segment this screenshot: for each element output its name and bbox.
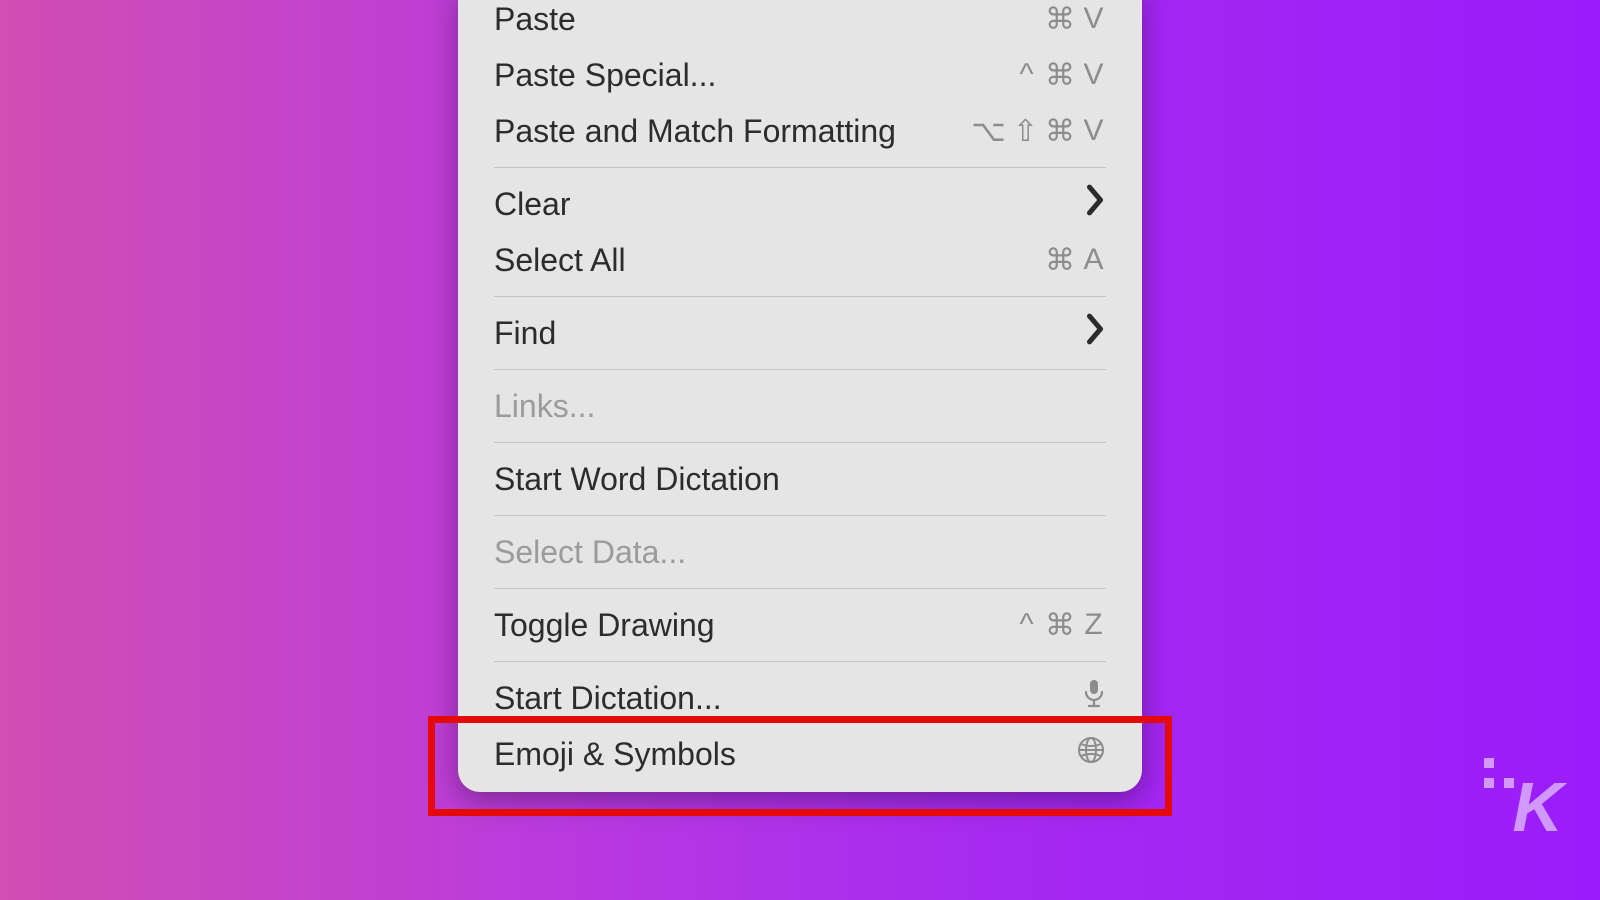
menu-item-label: Emoji & Symbols (494, 736, 1076, 773)
menu-item-label: Start Word Dictation (494, 461, 1106, 498)
edit-menu-dropdown: Paste⌘VPaste Special...^⌘VPaste and Matc… (458, 0, 1142, 792)
menu-item-toggle-drawing[interactable]: Toggle Drawing^⌘Z (458, 597, 1142, 653)
menu-item-label: Toggle Drawing (494, 607, 1015, 644)
menu-item-label: Links... (494, 388, 1106, 425)
menu-item-paste-special[interactable]: Paste Special...^⌘V (458, 47, 1142, 103)
brand-logo: K (1512, 772, 1560, 842)
menu-item-paste-match[interactable]: Paste and Match Formatting⌥⇧⌘V (458, 103, 1142, 159)
menu-separator (494, 588, 1106, 589)
menu-item-shortcut: ^⌘Z (1015, 608, 1106, 643)
menu-item-shortcut: ⌘V (1045, 2, 1106, 37)
brand-logo-letter: K (1512, 768, 1560, 846)
microphone-icon (1082, 678, 1106, 718)
chevron-right-icon (1084, 312, 1106, 354)
menu-item-label: Paste and Match Formatting (494, 113, 971, 150)
menu-item-shortcut: ⌘A (1045, 243, 1106, 278)
menu-separator (494, 515, 1106, 516)
menu-item-label: Find (494, 315, 1084, 352)
menu-item-emoji-symbols[interactable]: Emoji & Symbols (458, 726, 1142, 782)
menu-item-shortcut: ^⌘V (1015, 58, 1106, 93)
menu-separator (494, 167, 1106, 168)
menu-item-label: Select Data... (494, 534, 1106, 571)
menu-item-shortcut: ⌥⇧⌘V (971, 114, 1106, 149)
menu-separator (494, 369, 1106, 370)
menu-item-label: Select All (494, 242, 1045, 279)
menu-separator (494, 442, 1106, 443)
menu-item-start-dictation[interactable]: Start Dictation... (458, 670, 1142, 726)
menu-item-paste[interactable]: Paste⌘V (458, 0, 1142, 47)
menu-item-label: Clear (494, 186, 1084, 223)
menu-item-label: Start Dictation... (494, 680, 1082, 717)
menu-item-start-word-dictation[interactable]: Start Word Dictation (458, 451, 1142, 507)
menu-item-select-data: Select Data... (458, 524, 1142, 580)
chevron-right-icon (1084, 183, 1106, 225)
menu-separator (494, 661, 1106, 662)
menu-separator (494, 296, 1106, 297)
menu-item-clear[interactable]: Clear (458, 176, 1142, 232)
menu-item-links: Links... (458, 378, 1142, 434)
menu-item-find[interactable]: Find (458, 305, 1142, 361)
menu-item-select-all[interactable]: Select All⌘A (458, 232, 1142, 288)
menu-item-label: Paste Special... (494, 57, 1015, 94)
menu-item-label: Paste (494, 1, 1045, 38)
globe-icon (1076, 735, 1106, 773)
